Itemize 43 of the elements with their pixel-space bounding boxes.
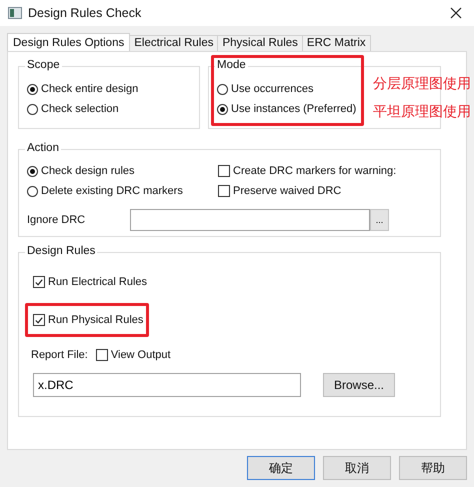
close-icon[interactable] [450, 7, 462, 19]
radio-button[interactable] [217, 84, 228, 94]
input-field[interactable] [130, 209, 370, 231]
radio-option[interactable]: Use instances (Preferred) [217, 99, 356, 119]
browse-button[interactable]: ... [370, 209, 389, 231]
group-title: Mode [215, 59, 248, 71]
tab[interactable]: Physical Rules [217, 35, 303, 51]
radio-button[interactable] [27, 166, 38, 176]
browse-button[interactable]: Browse... [323, 373, 396, 397]
field-label: Report File: [31, 349, 88, 361]
app-icon [8, 7, 22, 19]
radio-button[interactable] [217, 104, 228, 114]
radio-option[interactable]: Check selection [27, 99, 119, 119]
dialog-button[interactable]: 确定 [247, 456, 315, 480]
radio-button[interactable] [27, 84, 38, 94]
checkbox-option[interactable]: Run Physical Rules [33, 310, 144, 330]
group-title: Design Rules [25, 245, 98, 257]
checkbox-option[interactable]: Preserve waived DRC [218, 181, 342, 201]
checkbox[interactable] [33, 276, 45, 288]
tab[interactable]: Design Rules Options [7, 33, 130, 52]
dialog-button[interactable]: 帮助 [399, 456, 467, 480]
radio-option[interactable]: Use occurrences [217, 79, 314, 99]
field-label: Ignore DRC [27, 214, 86, 226]
checkbox[interactable] [218, 165, 230, 177]
group-title: Scope [25, 59, 62, 71]
radio-option[interactable]: Check entire design [27, 79, 138, 99]
checkbox-option[interactable]: View Output [96, 345, 171, 365]
checkbox-option[interactable]: Run Electrical Rules [33, 272, 148, 292]
annotation-text: 分层原理图使用 [373, 74, 471, 93]
checkbox-option[interactable]: Create DRC markers for warning: [218, 161, 396, 181]
radio-button[interactable] [27, 186, 38, 196]
radio-option[interactable]: Delete existing DRC markers [27, 181, 183, 201]
dialog-button[interactable]: 取消 [323, 456, 391, 480]
group-title: Action [25, 142, 61, 154]
checkbox[interactable] [96, 349, 108, 361]
radio-button[interactable] [27, 104, 38, 114]
window-title: Design Rules Check [28, 6, 142, 20]
tab[interactable]: ERC Matrix [302, 35, 371, 51]
checkbox[interactable] [218, 185, 230, 197]
checkbox[interactable] [33, 314, 45, 326]
input-field[interactable]: x.DRC [33, 373, 301, 397]
annotation-text: 平坦原理图使用 [373, 102, 471, 121]
radio-option[interactable]: Check design rules [27, 161, 135, 181]
